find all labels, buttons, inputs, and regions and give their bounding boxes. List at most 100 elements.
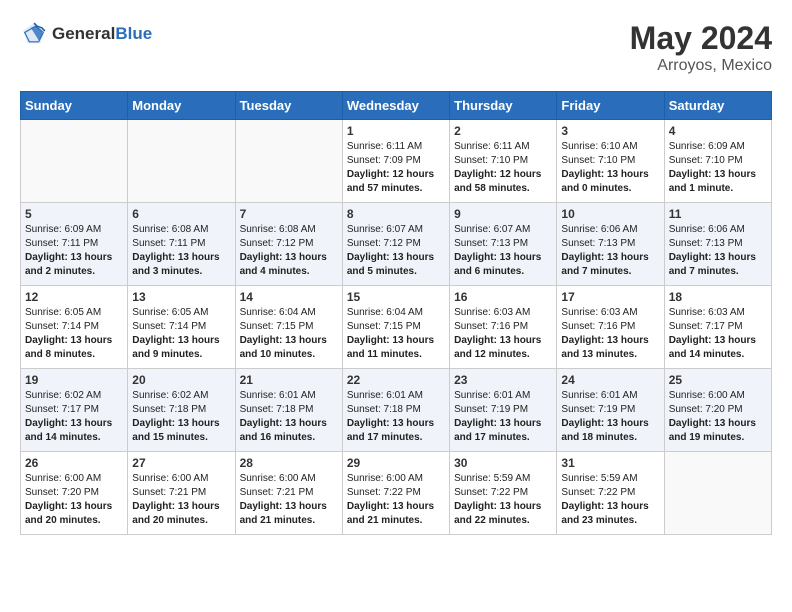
logo: General Blue	[20, 20, 152, 48]
day-info: Sunrise: 6:05 AMSunset: 7:14 PMDaylight:…	[132, 306, 230, 362]
day-info: Sunrise: 6:01 AMSunset: 7:18 PMDaylight:…	[347, 389, 445, 445]
day-cell: 25 Sunrise: 6:00 AMSunset: 7:20 PMDayligh…	[664, 369, 771, 452]
day-number: 11	[669, 207, 767, 221]
day-cell: 6 Sunrise: 6:08 AMSunset: 7:11 PMDaylight…	[128, 203, 235, 286]
day-number: 1	[347, 124, 445, 138]
day-cell: 19 Sunrise: 6:02 AMSunset: 7:17 PMDayligh…	[21, 369, 128, 452]
day-number: 26	[25, 456, 123, 470]
day-info: Sunrise: 5:59 AMSunset: 7:22 PMDaylight:…	[454, 472, 552, 528]
day-info: Sunrise: 6:03 AMSunset: 7:17 PMDaylight:…	[669, 306, 767, 362]
day-cell	[664, 452, 771, 535]
day-number: 31	[561, 456, 659, 470]
day-number: 28	[240, 456, 338, 470]
day-info: Sunrise: 6:03 AMSunset: 7:16 PMDaylight:…	[561, 306, 659, 362]
day-cell: 13 Sunrise: 6:05 AMSunset: 7:14 PMDayligh…	[128, 286, 235, 369]
day-cell: 29 Sunrise: 6:00 AMSunset: 7:22 PMDayligh…	[342, 452, 449, 535]
day-info: Sunrise: 6:07 AMSunset: 7:12 PMDaylight:…	[347, 223, 445, 279]
day-info: Sunrise: 6:00 AMSunset: 7:21 PMDaylight:…	[240, 472, 338, 528]
day-info: Sunrise: 6:05 AMSunset: 7:14 PMDaylight:…	[25, 306, 123, 362]
day-cell: 16 Sunrise: 6:03 AMSunset: 7:16 PMDayligh…	[450, 286, 557, 369]
header-day-sunday: Sunday	[21, 92, 128, 120]
header-day-tuesday: Tuesday	[235, 92, 342, 120]
day-number: 10	[561, 207, 659, 221]
main-title: May 2024	[630, 20, 772, 57]
day-cell: 31 Sunrise: 5:59 AMSunset: 7:22 PMDayligh…	[557, 452, 664, 535]
day-info: Sunrise: 6:00 AMSunset: 7:21 PMDaylight:…	[132, 472, 230, 528]
day-cell: 15 Sunrise: 6:04 AMSunset: 7:15 PMDayligh…	[342, 286, 449, 369]
header-row: SundayMondayTuesdayWednesdayThursdayFrid…	[21, 92, 772, 120]
day-info: Sunrise: 6:09 AMSunset: 7:10 PMDaylight:…	[669, 140, 767, 196]
day-cell: 10Sunrise: 6:06 AMSunset: 7:13 PMDayligh…	[557, 203, 664, 286]
day-number: 20	[132, 373, 230, 387]
day-number: 30	[454, 456, 552, 470]
day-info: Sunrise: 6:03 AMSunset: 7:16 PMDaylight:…	[454, 306, 552, 362]
calendar-table: SundayMondayTuesdayWednesdayThursdayFrid…	[20, 91, 772, 535]
day-cell: 21 Sunrise: 6:01 AMSunset: 7:18 PMDayligh…	[235, 369, 342, 452]
day-cell: 27 Sunrise: 6:00 AMSunset: 7:21 PMDayligh…	[128, 452, 235, 535]
day-info: Sunrise: 6:08 AMSunset: 7:12 PMDaylight:…	[240, 223, 338, 279]
day-info: Sunrise: 6:11 AMSunset: 7:10 PMDaylight:…	[454, 140, 552, 196]
day-info: Sunrise: 6:07 AMSunset: 7:13 PMDaylight:…	[454, 223, 552, 279]
day-number: 8	[347, 207, 445, 221]
day-cell: 30 Sunrise: 5:59 AMSunset: 7:22 PMDayligh…	[450, 452, 557, 535]
day-cell: 24Sunrise: 6:01 AMSunset: 7:19 PMDayligh…	[557, 369, 664, 452]
day-number: 4	[669, 124, 767, 138]
day-cell: 23Sunrise: 6:01 AMSunset: 7:19 PMDayligh…	[450, 369, 557, 452]
day-info: Sunrise: 6:04 AMSunset: 7:15 PMDaylight:…	[240, 306, 338, 362]
day-info: Sunrise: 6:02 AMSunset: 7:18 PMDaylight:…	[132, 389, 230, 445]
calendar-header: SundayMondayTuesdayWednesdayThursdayFrid…	[21, 92, 772, 120]
day-cell: 26Sunrise: 6:00 AMSunset: 7:20 PMDayligh…	[21, 452, 128, 535]
day-number: 19	[25, 373, 123, 387]
calendar-body: 1 Sunrise: 6:11 AMSunset: 7:09 PMDaylight…	[21, 120, 772, 535]
header-day-saturday: Saturday	[664, 92, 771, 120]
day-info: Sunrise: 6:02 AMSunset: 7:17 PMDaylight:…	[25, 389, 123, 445]
day-info: Sunrise: 6:11 AMSunset: 7:09 PMDaylight:…	[347, 140, 445, 196]
day-number: 9	[454, 207, 552, 221]
logo-icon	[20, 20, 48, 48]
day-cell: 11 Sunrise: 6:06 AMSunset: 7:13 PMDayligh…	[664, 203, 771, 286]
day-cell	[235, 120, 342, 203]
day-number: 15	[347, 290, 445, 304]
day-number: 7	[240, 207, 338, 221]
day-number: 25	[669, 373, 767, 387]
day-info: Sunrise: 6:10 AMSunset: 7:10 PMDaylight:…	[561, 140, 659, 196]
day-number: 12	[25, 290, 123, 304]
week-row-3: 12 Sunrise: 6:05 AMSunset: 7:14 PMDayligh…	[21, 286, 772, 369]
day-cell: 12 Sunrise: 6:05 AMSunset: 7:14 PMDayligh…	[21, 286, 128, 369]
week-row-1: 1 Sunrise: 6:11 AMSunset: 7:09 PMDaylight…	[21, 120, 772, 203]
day-number: 18	[669, 290, 767, 304]
week-row-5: 26Sunrise: 6:00 AMSunset: 7:20 PMDayligh…	[21, 452, 772, 535]
day-cell: 2 Sunrise: 6:11 AMSunset: 7:10 PMDaylight…	[450, 120, 557, 203]
header-day-monday: Monday	[128, 92, 235, 120]
day-info: Sunrise: 6:08 AMSunset: 7:11 PMDaylight:…	[132, 223, 230, 279]
day-info: Sunrise: 5:59 AMSunset: 7:22 PMDaylight:…	[561, 472, 659, 528]
day-info: Sunrise: 6:01 AMSunset: 7:19 PMDaylight:…	[454, 389, 552, 445]
day-cell: 7 Sunrise: 6:08 AMSunset: 7:12 PMDaylight…	[235, 203, 342, 286]
day-info: Sunrise: 6:01 AMSunset: 7:19 PMDaylight:…	[561, 389, 659, 445]
day-number: 29	[347, 456, 445, 470]
logo-text: General Blue	[52, 24, 152, 44]
week-row-4: 19 Sunrise: 6:02 AMSunset: 7:17 PMDayligh…	[21, 369, 772, 452]
day-number: 6	[132, 207, 230, 221]
header-day-wednesday: Wednesday	[342, 92, 449, 120]
day-number: 16	[454, 290, 552, 304]
day-cell: 20 Sunrise: 6:02 AMSunset: 7:18 PMDayligh…	[128, 369, 235, 452]
day-cell: 22 Sunrise: 6:01 AMSunset: 7:18 PMDayligh…	[342, 369, 449, 452]
header: General Blue May 2024 Arroyos, Mexico	[20, 20, 772, 75]
day-info: Sunrise: 6:04 AMSunset: 7:15 PMDaylight:…	[347, 306, 445, 362]
page: General Blue May 2024 Arroyos, Mexico Su…	[0, 0, 792, 545]
day-number: 14	[240, 290, 338, 304]
day-info: Sunrise: 6:01 AMSunset: 7:18 PMDaylight:…	[240, 389, 338, 445]
day-cell: 5Sunrise: 6:09 AMSunset: 7:11 PMDaylight…	[21, 203, 128, 286]
day-number: 22	[347, 373, 445, 387]
subtitle: Arroyos, Mexico	[630, 57, 772, 75]
day-info: Sunrise: 6:00 AMSunset: 7:20 PMDaylight:…	[669, 389, 767, 445]
logo-general: General	[52, 24, 115, 44]
day-info: Sunrise: 6:00 AMSunset: 7:22 PMDaylight:…	[347, 472, 445, 528]
day-number: 21	[240, 373, 338, 387]
day-number: 2	[454, 124, 552, 138]
day-number: 5	[25, 207, 123, 221]
day-info: Sunrise: 6:06 AMSunset: 7:13 PMDaylight:…	[669, 223, 767, 279]
day-number: 27	[132, 456, 230, 470]
day-number: 13	[132, 290, 230, 304]
